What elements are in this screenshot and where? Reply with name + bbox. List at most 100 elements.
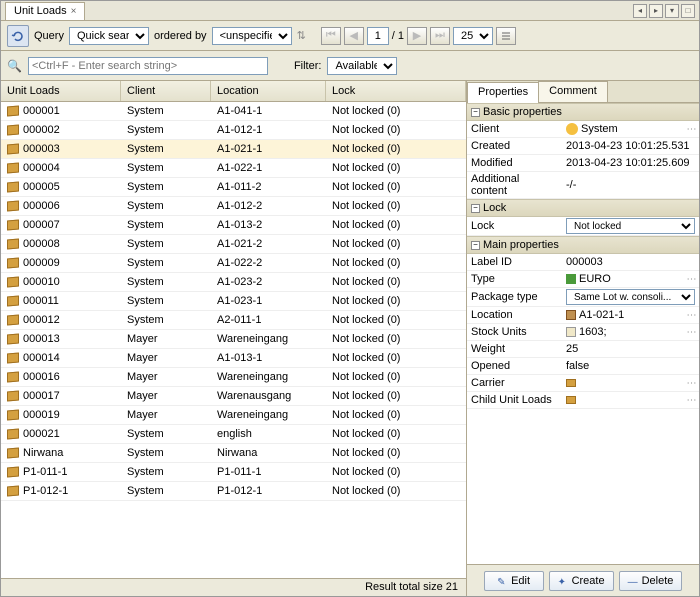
- package-icon: [566, 379, 576, 387]
- properties-list: −Basic properties ClientSystem⋯ Created2…: [467, 103, 699, 564]
- edit-icon[interactable]: ⋯: [684, 327, 699, 338]
- table-row[interactable]: 000008SystemA1-021-2Not locked (0): [1, 235, 466, 254]
- prop-lock: LockNot locked: [467, 217, 699, 236]
- prop-created: Created2013-04-23 10:01:25.531: [467, 138, 699, 155]
- edit-icon[interactable]: ⋯: [684, 395, 699, 406]
- package-icon: [7, 219, 19, 230]
- nav-prev-button[interactable]: ◂: [633, 4, 647, 18]
- refresh-button[interactable]: [7, 25, 29, 47]
- table-row[interactable]: P1-011-1SystemP1-011-1Not locked (0): [1, 463, 466, 482]
- table-row[interactable]: 000012SystemA2-011-1Not locked (0): [1, 311, 466, 330]
- table-row[interactable]: 000014MayerA1-013-1Not locked (0): [1, 349, 466, 368]
- package-icon: [7, 162, 19, 173]
- maximize-button[interactable]: □: [681, 4, 695, 18]
- dropdown-button[interactable]: ▾: [665, 4, 679, 18]
- section-basic[interactable]: −Basic properties: [467, 103, 699, 121]
- package-icon: [7, 238, 19, 249]
- table-row[interactable]: 000006SystemA1-012-2Not locked (0): [1, 197, 466, 216]
- table-row[interactable]: 000009SystemA1-022-2Not locked (0): [1, 254, 466, 273]
- package-icon: [7, 447, 19, 458]
- search-input[interactable]: [28, 57, 268, 75]
- table-row[interactable]: 000004SystemA1-022-1Not locked (0): [1, 159, 466, 178]
- package-icon: [7, 257, 19, 268]
- col-lock[interactable]: Lock: [326, 81, 466, 101]
- col-location[interactable]: Location: [211, 81, 326, 101]
- page-size-select[interactable]: 25: [453, 27, 493, 45]
- pallet-icon: [566, 274, 576, 284]
- table-row[interactable]: 000002SystemA1-012-1Not locked (0): [1, 121, 466, 140]
- table-row[interactable]: 000019MayerWareneingangNot locked (0): [1, 406, 466, 425]
- table-row[interactable]: NirwanaSystemNirwanaNot locked (0): [1, 444, 466, 463]
- tab-properties[interactable]: Properties: [467, 82, 539, 103]
- app-window: Unit Loads × ◂ ▸ ▾ □ Query Quick search …: [0, 0, 700, 597]
- tab-unit-loads[interactable]: Unit Loads ×: [5, 2, 85, 20]
- lock-select[interactable]: Not locked: [566, 218, 695, 234]
- sort-icon[interactable]: ⇅: [297, 29, 306, 42]
- table-row[interactable]: 000007SystemA1-013-2Not locked (0): [1, 216, 466, 235]
- col-client[interactable]: Client: [121, 81, 211, 101]
- prop-location: LocationA1-021-1⋯: [467, 307, 699, 324]
- data-grid[interactable]: Unit Loads Client Location Lock 000001Sy…: [1, 81, 466, 578]
- edit-icon[interactable]: ⋯: [684, 274, 699, 285]
- prop-label-id: Label ID000003: [467, 254, 699, 271]
- table-row[interactable]: 000001SystemA1-041-1Not locked (0): [1, 102, 466, 121]
- smiley-icon: [566, 123, 578, 135]
- section-lock[interactable]: −Lock: [467, 199, 699, 217]
- table-row[interactable]: 000003SystemA1-021-1Not locked (0): [1, 140, 466, 159]
- nav-next-button[interactable]: ▸: [649, 4, 663, 18]
- prev-page-button[interactable]: ◀: [344, 27, 364, 45]
- next-page-button[interactable]: ▶: [407, 27, 427, 45]
- prop-carrier: Carrier⋯: [467, 375, 699, 392]
- ordered-select[interactable]: <unspecified>: [212, 27, 292, 45]
- filter-select[interactable]: Available: [327, 57, 397, 75]
- package-select[interactable]: Same Lot w. consoli...: [566, 289, 695, 305]
- edit-icon[interactable]: ⋯: [684, 378, 699, 389]
- tab-comment[interactable]: Comment: [538, 81, 608, 102]
- filter-label: Filter:: [294, 60, 322, 72]
- prop-modified: Modified2013-04-23 10:01:25.609: [467, 155, 699, 172]
- table-row[interactable]: 000005SystemA1-011-2Not locked (0): [1, 178, 466, 197]
- package-icon: [7, 352, 19, 363]
- delete-button[interactable]: Delete: [619, 571, 683, 591]
- package-icon: [7, 485, 19, 496]
- table-row[interactable]: P1-012-1SystemP1-012-1Not locked (0): [1, 482, 466, 501]
- package-icon: [7, 390, 19, 401]
- package-icon: [7, 428, 19, 439]
- close-icon[interactable]: ×: [71, 6, 77, 17]
- list-view-button[interactable]: [496, 27, 516, 45]
- col-unit-loads[interactable]: Unit Loads: [1, 81, 121, 101]
- location-icon: [566, 310, 576, 320]
- edit-button[interactable]: Edit: [484, 571, 544, 591]
- query-select[interactable]: Quick search: [69, 27, 149, 45]
- ordered-label: ordered by: [154, 30, 207, 42]
- prop-opened: Openedfalse: [467, 358, 699, 375]
- table-row[interactable]: 000013MayerWareneingangNot locked (0): [1, 330, 466, 349]
- grid-panel: Unit Loads Client Location Lock 000001Sy…: [1, 81, 467, 596]
- tab-bar: Unit Loads × ◂ ▸ ▾ □: [1, 1, 699, 21]
- package-icon: [7, 276, 19, 287]
- prop-child-loads: Child Unit Loads⋯: [467, 392, 699, 409]
- package-icon: [7, 314, 19, 325]
- package-icon: [7, 409, 19, 420]
- table-row[interactable]: 000011SystemA1-023-1Not locked (0): [1, 292, 466, 311]
- page-input[interactable]: [367, 27, 389, 45]
- prop-package-type: Package typeSame Lot w. consoli...: [467, 288, 699, 307]
- section-main[interactable]: −Main properties: [467, 236, 699, 254]
- prop-weight: Weight25: [467, 341, 699, 358]
- package-icon: [7, 200, 19, 211]
- prop-additional: Additional content-/-: [467, 172, 699, 199]
- edit-icon[interactable]: ⋯: [684, 310, 699, 321]
- create-button[interactable]: Create: [549, 571, 614, 591]
- prop-client: ClientSystem⋯: [467, 121, 699, 138]
- last-page-button[interactable]: ⏭: [430, 27, 450, 45]
- first-page-button[interactable]: ⏮: [321, 27, 341, 45]
- create-icon: [558, 576, 568, 586]
- table-row[interactable]: 000017MayerWarenausgangNot locked (0): [1, 387, 466, 406]
- table-row[interactable]: 000021SystemenglishNot locked (0): [1, 425, 466, 444]
- table-row[interactable]: 000016MayerWareneingangNot locked (0): [1, 368, 466, 387]
- package-icon: [7, 333, 19, 344]
- grid-header: Unit Loads Client Location Lock: [1, 81, 466, 102]
- edit-icon[interactable]: ⋯: [684, 124, 699, 135]
- page-sep: /: [392, 30, 395, 42]
- table-row[interactable]: 000010SystemA1-023-2Not locked (0): [1, 273, 466, 292]
